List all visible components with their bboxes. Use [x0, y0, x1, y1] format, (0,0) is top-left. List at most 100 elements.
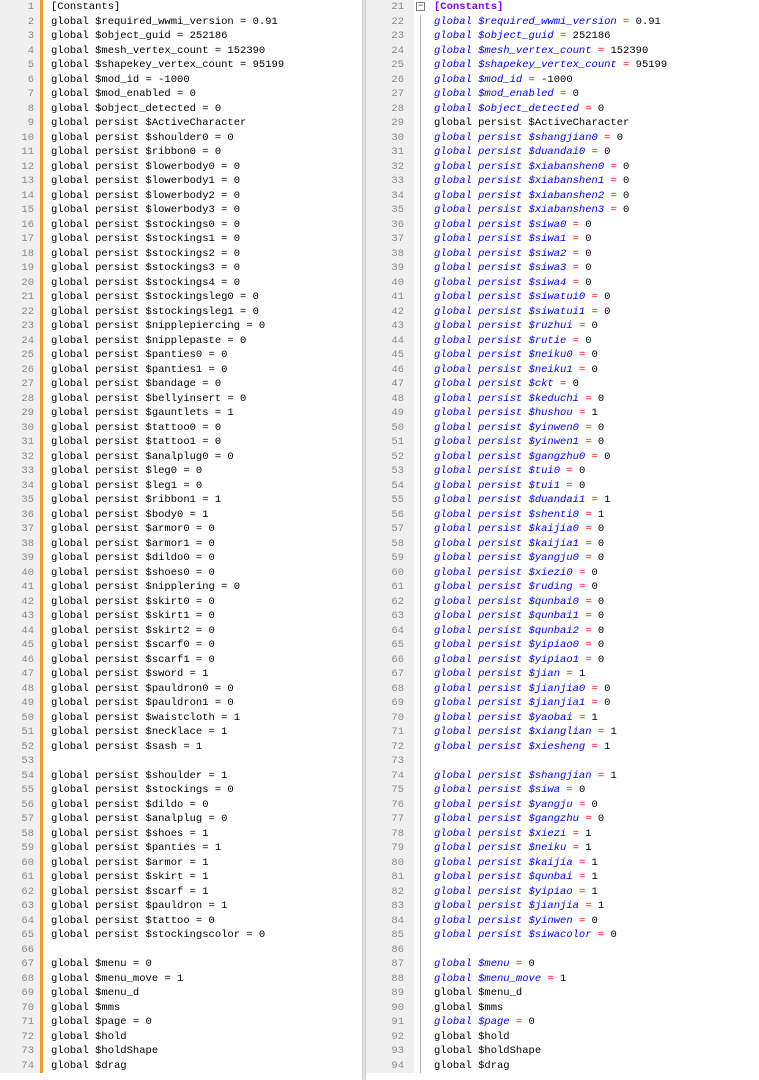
code-line[interactable]: 24 global persist $nipplepaste = 0	[0, 333, 362, 348]
code-line[interactable]: 75 global persist $siwa = 0	[366, 783, 759, 798]
code-line[interactable]: 25 global persist $panties0 = 0	[0, 348, 362, 363]
code-line[interactable]: 52 global persist $sash = 1	[0, 739, 362, 754]
code-line[interactable]: 77 global persist $gangzhu = 0	[366, 812, 759, 827]
code-line[interactable]: 74 global persist $shangjian = 1	[366, 768, 759, 783]
code-line[interactable]: 47 global persist $ckt = 0	[366, 377, 759, 392]
code-line[interactable]: 73 global $holdShape	[0, 1044, 362, 1059]
code-line[interactable]: 28 global $object_detected = 0	[366, 101, 759, 116]
code-line[interactable]: 48 global persist $pauldron0 = 0	[0, 681, 362, 696]
code-line[interactable]: 52 global persist $gangzhu0 = 0	[366, 449, 759, 464]
code-line[interactable]: 42 global persist $skirt0 = 0	[0, 594, 362, 609]
code-line[interactable]: 60 global persist $xiezi0 = 0	[366, 565, 759, 580]
code-line[interactable]: 4 global $mesh_vertex_count = 152390	[0, 43, 362, 58]
code-line[interactable]: 55 global persist $duandai1 = 1	[366, 493, 759, 508]
code-line[interactable]: 27 global $mod_enabled = 0	[366, 87, 759, 102]
code-line[interactable]: 6 global $mod_id = -1000	[0, 72, 362, 87]
code-line[interactable]: 67 global persist $jian = 1	[366, 667, 759, 682]
code-line[interactable]: 1 [Constants]	[0, 0, 362, 15]
code-line[interactable]: 57 global persist $kaijia0 = 0	[366, 522, 759, 537]
code-line[interactable]: 69 global persist $jianjia1 = 0	[366, 696, 759, 711]
code-line[interactable]: 62 global persist $scarf = 1	[0, 884, 362, 899]
code-line[interactable]: 31 global persist $tattoo1 = 0	[0, 435, 362, 450]
code-line[interactable]: 37 global persist $siwa1 = 0	[366, 232, 759, 247]
code-line[interactable]: 84 global persist $yinwen = 0	[366, 913, 759, 928]
code-line[interactable]: 35 global persist $xiabanshen3 = 0	[366, 203, 759, 218]
code-line[interactable]: 41 global persist $siwatui0 = 0	[366, 290, 759, 305]
code-line[interactable]: 44 global persist $rutie = 0	[366, 333, 759, 348]
code-line[interactable]: 93 global $holdShape	[366, 1044, 759, 1059]
minus-box-icon[interactable]: −	[414, 0, 428, 15]
code-line[interactable]: 44 global persist $skirt2 = 0	[0, 623, 362, 638]
code-line[interactable]: 76 global persist $yangju = 0	[366, 797, 759, 812]
code-line[interactable]: 33 global persist $leg0 = 0	[0, 464, 362, 479]
code-line[interactable]: 37 global persist $armor0 = 0	[0, 522, 362, 537]
code-line[interactable]: 48 global persist $keduchi = 0	[366, 391, 759, 406]
code-line[interactable]: 42 global persist $siwatui1 = 0	[366, 304, 759, 319]
code-line[interactable]: 59 global persist $yangju0 = 0	[366, 551, 759, 566]
code-line[interactable]: 65 global persist $stockingscolor = 0	[0, 928, 362, 943]
code-line[interactable]: 69 global $menu_d	[0, 986, 362, 1001]
code-line[interactable]: 31 global persist $duandai0 = 0	[366, 145, 759, 160]
code-line[interactable]: 32 global persist $analplug0 = 0	[0, 449, 362, 464]
code-line[interactable]: 17 global persist $stockings1 = 0	[0, 232, 362, 247]
code-line[interactable]: 82 global persist $yipiao = 1	[366, 884, 759, 899]
code-line[interactable]: 60 global persist $armor = 1	[0, 855, 362, 870]
code-line[interactable]: 51 global persist $yinwen1 = 0	[366, 435, 759, 450]
code-line[interactable]: 66	[0, 942, 362, 957]
code-line[interactable]: 90 global $mms	[366, 1000, 759, 1015]
code-line[interactable]: 49 global persist $pauldron1 = 0	[0, 696, 362, 711]
code-line[interactable]: 25 global $shapekey_vertex_count = 95199	[366, 58, 759, 73]
code-line[interactable]: 63 global persist $qunbai1 = 0	[366, 609, 759, 624]
code-line[interactable]: 8 global $object_detected = 0	[0, 101, 362, 116]
code-line[interactable]: 46 global persist $scarf1 = 0	[0, 652, 362, 667]
code-line[interactable]: 5 global $shapekey_vertex_count = 95199	[0, 58, 362, 73]
code-line[interactable]: 2 global $required_wwmi_version = 0.91	[0, 14, 362, 29]
code-line[interactable]: 81 global persist $qunbai = 1	[366, 870, 759, 885]
right-editor-pane[interactable]: 21− [Constants] 22 global $required_wwmi_ve…	[366, 0, 759, 1080]
code-line[interactable]: 24 global $mesh_vertex_count = 152390	[366, 43, 759, 58]
code-line[interactable]: 28 global persist $bellyinsert = 0	[0, 391, 362, 406]
code-line[interactable]: 72 global persist $xiesheng = 1	[366, 739, 759, 754]
code-line[interactable]: 78 global persist $xiezi = 1	[366, 826, 759, 841]
code-line[interactable]: 94 global $drag	[366, 1058, 759, 1073]
code-line[interactable]: 27 global persist $bandage = 0	[0, 377, 362, 392]
code-line[interactable]: 80 global persist $kaijia = 1	[366, 855, 759, 870]
code-line[interactable]: 22 global $required_wwmi_version = 0.91	[366, 14, 759, 29]
code-line[interactable]: 30 global persist $tattoo0 = 0	[0, 420, 362, 435]
code-line[interactable]: 53 global persist $tui0 = 0	[366, 464, 759, 479]
code-line[interactable]: 50 global persist $yinwen0 = 0	[366, 420, 759, 435]
code-line[interactable]: 47 global persist $sword = 1	[0, 667, 362, 682]
code-line[interactable]: 65 global persist $yipiao0 = 0	[366, 638, 759, 653]
code-line[interactable]: 45 global persist $neiku0 = 0	[366, 348, 759, 363]
code-line[interactable]: 21 global persist $stockingsleg0 = 0	[0, 290, 362, 305]
code-line[interactable]: 22 global persist $stockingsleg1 = 0	[0, 304, 362, 319]
code-line[interactable]: 61 global persist $skirt = 1	[0, 870, 362, 885]
code-line[interactable]: 19 global persist $stockings3 = 0	[0, 261, 362, 276]
code-line[interactable]: 71 global $page = 0	[0, 1015, 362, 1030]
code-line[interactable]: 30 global persist $shangjian0 = 0	[366, 130, 759, 145]
code-line[interactable]: 14 global persist $lowerbody2 = 0	[0, 188, 362, 203]
code-line[interactable]: 12 global persist $lowerbody0 = 0	[0, 159, 362, 174]
code-line[interactable]: 20 global persist $stockings4 = 0	[0, 275, 362, 290]
code-line[interactable]: 91 global $page = 0	[366, 1015, 759, 1030]
code-line[interactable]: 66 global persist $yipiao1 = 0	[366, 652, 759, 667]
code-line[interactable]: 32 global persist $xiabanshen0 = 0	[366, 159, 759, 174]
code-line[interactable]: 87 global $menu = 0	[366, 957, 759, 972]
code-line[interactable]: 79 global persist $neiku = 1	[366, 841, 759, 856]
code-line[interactable]: 41 global persist $nipplering = 0	[0, 580, 362, 595]
code-line[interactable]: 88 global $menu_move = 1	[366, 971, 759, 986]
code-line[interactable]: 26 global persist $panties1 = 0	[0, 362, 362, 377]
code-line[interactable]: 40 global persist $shoes0 = 0	[0, 565, 362, 580]
code-line[interactable]: 86	[366, 942, 759, 957]
code-line[interactable]: 58 global persist $shoes = 1	[0, 826, 362, 841]
code-line[interactable]: 73	[366, 754, 759, 769]
code-line[interactable]: 50 global persist $waistcloth = 1	[0, 710, 362, 725]
code-line[interactable]: 40 global persist $siwa4 = 0	[366, 275, 759, 290]
code-line[interactable]: 59 global persist $panties = 1	[0, 841, 362, 856]
code-line[interactable]: 71 global persist $xianglian = 1	[366, 725, 759, 740]
code-line[interactable]: 34 global persist $xiabanshen2 = 0	[366, 188, 759, 203]
code-line[interactable]: 36 global persist $siwa0 = 0	[366, 217, 759, 232]
code-line[interactable]: 13 global persist $lowerbody1 = 0	[0, 174, 362, 189]
code-line[interactable]: 62 global persist $qunbai0 = 0	[366, 594, 759, 609]
left-editor-pane[interactable]: 1 [Constants] 2 global $required_wwmi_versi…	[0, 0, 362, 1080]
